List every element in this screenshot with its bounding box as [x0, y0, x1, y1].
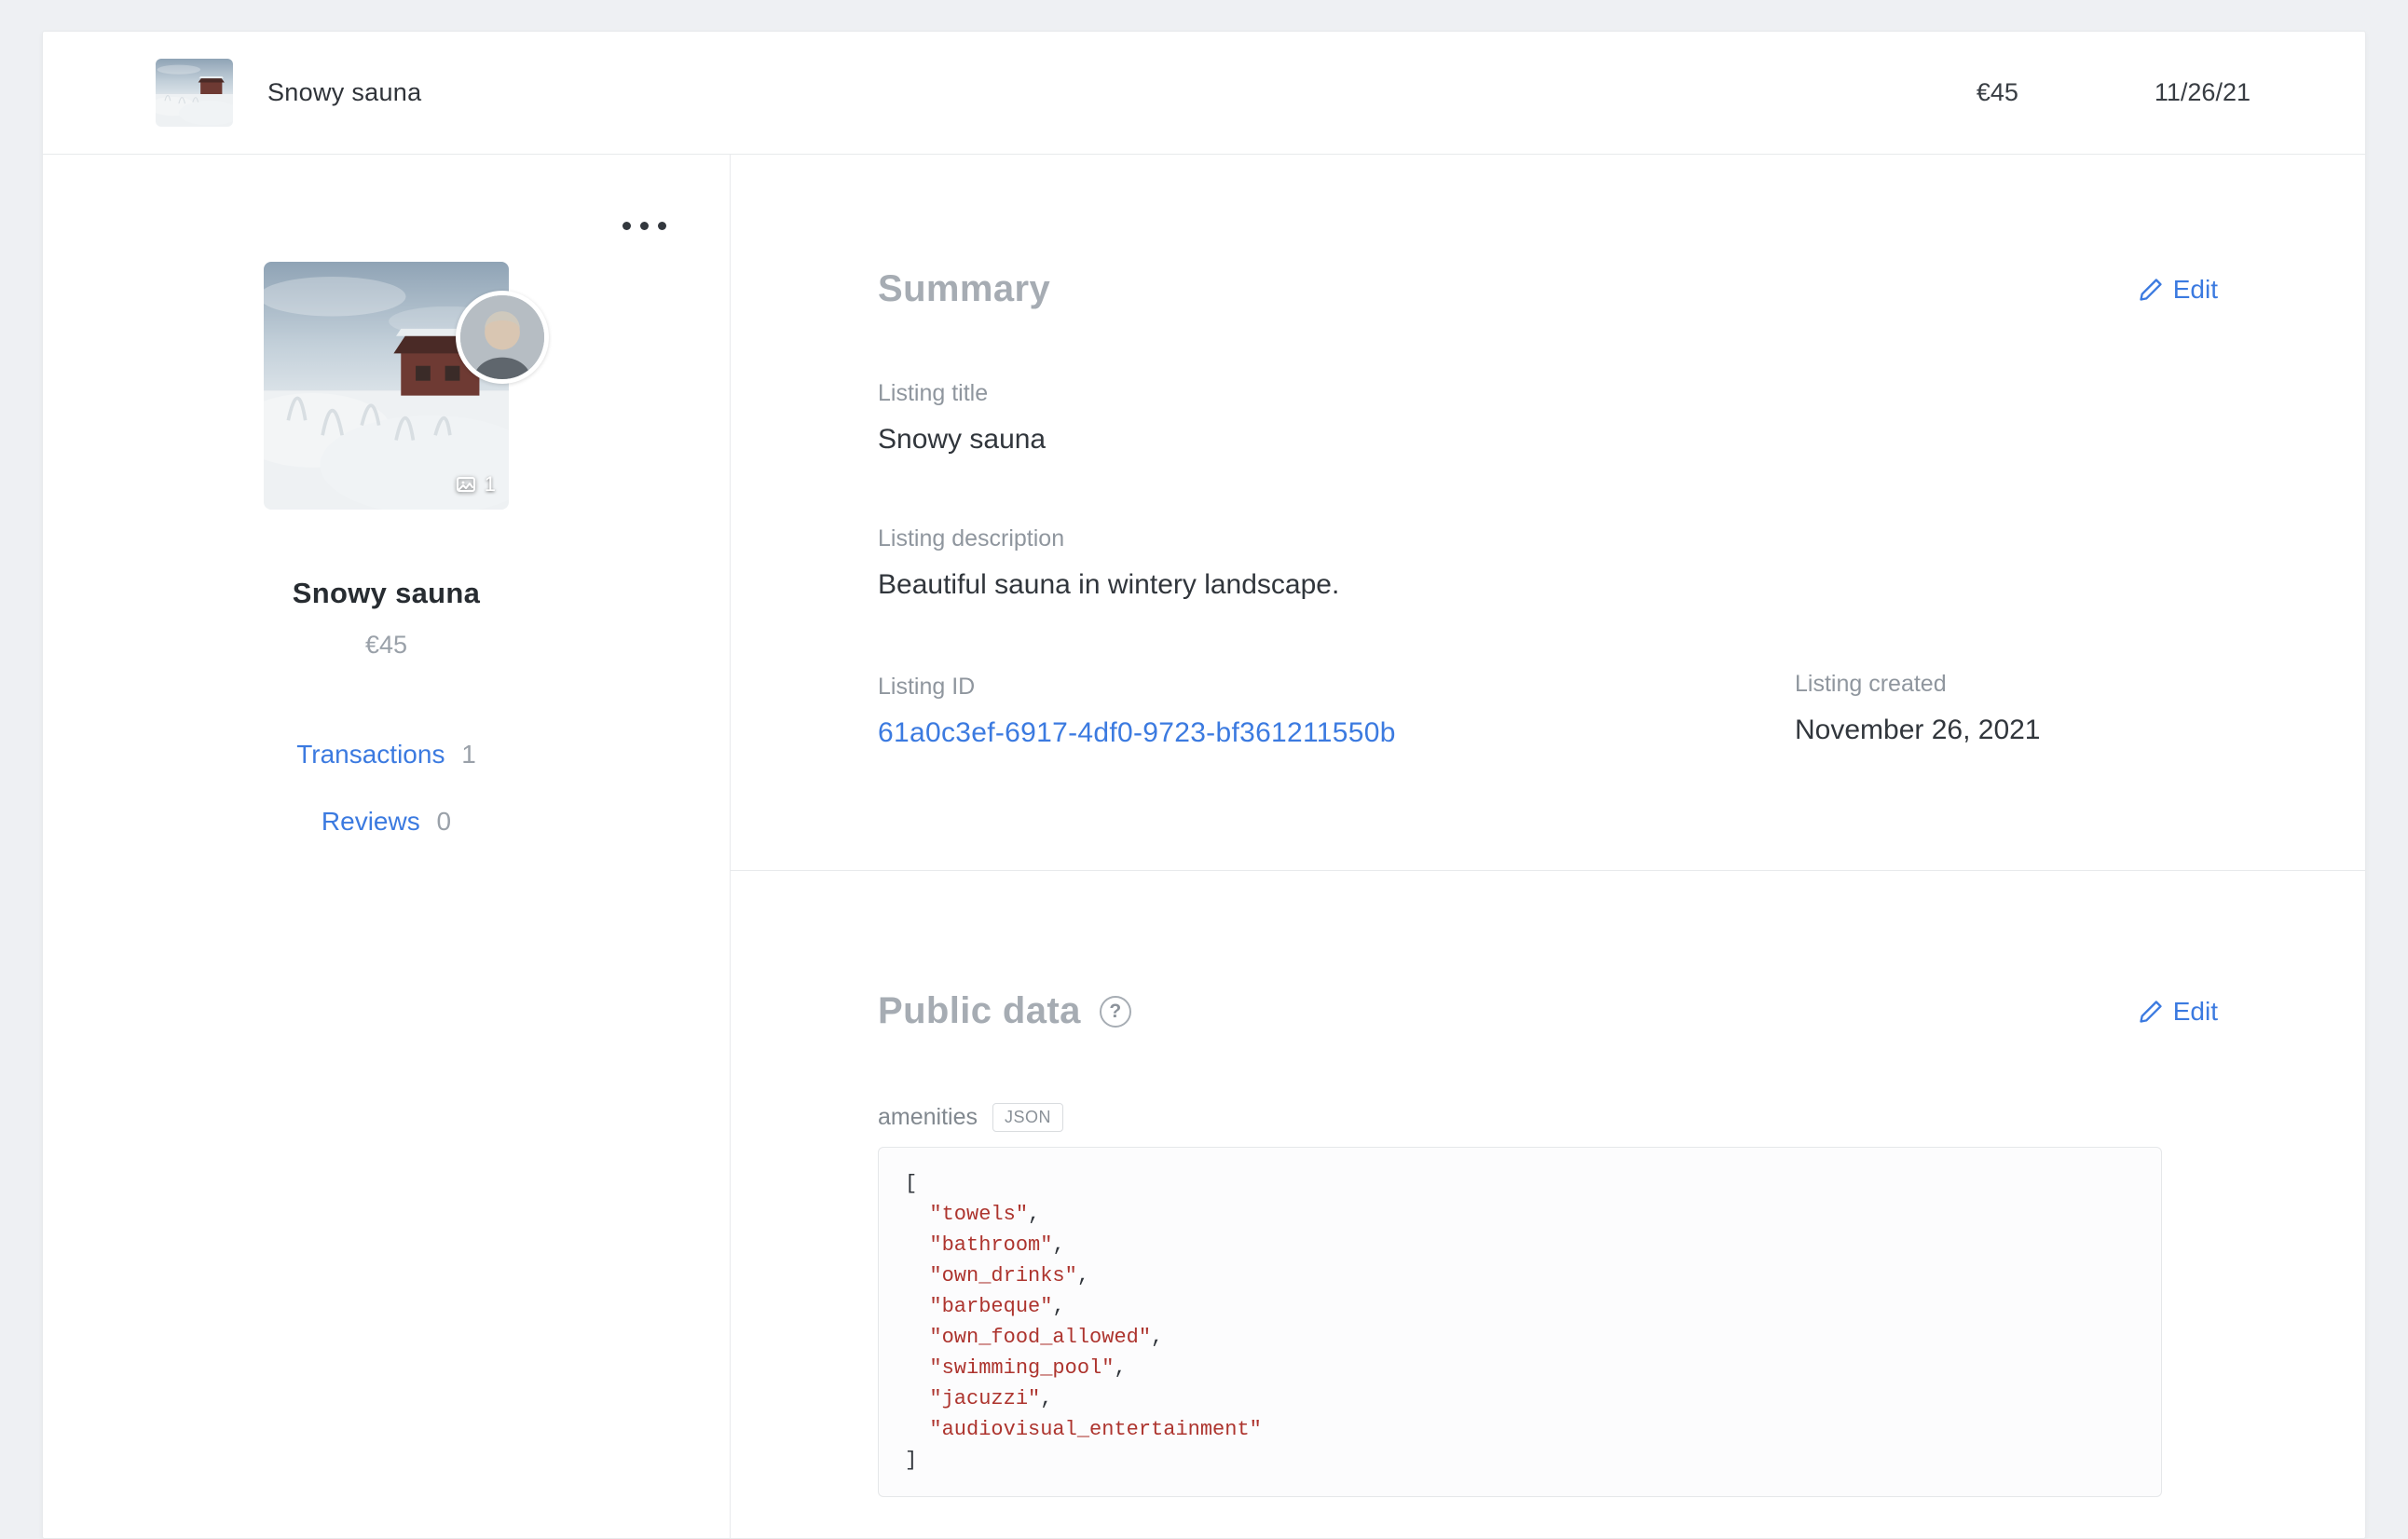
listing-header-title: Snowy sauna: [267, 78, 422, 106]
listing-id-label: Listing ID: [878, 674, 976, 700]
reviews-row: Reviews 0: [43, 807, 730, 837]
pencil-icon: [2140, 1000, 2162, 1023]
listing-title-label: Listing title: [878, 380, 989, 406]
amenities-json-value: [ "towels", "bathroom", "own_drinks", "b…: [878, 1147, 2162, 1497]
amenities-label: amenities: [878, 1104, 978, 1130]
public-data-heading: Public data: [878, 990, 1081, 1031]
image-count-badge: 1: [455, 472, 496, 497]
public-data-section: Public data ? Edit amenities JSON ["tow…: [878, 871, 2218, 1497]
public-data-section-head: Public data ? Edit: [878, 990, 2218, 1032]
photo-icon: [456, 477, 475, 492]
sidebar-listing-price: €45: [364, 631, 408, 659]
json-format-badge: JSON: [992, 1103, 1064, 1132]
listing-image: 1: [264, 262, 549, 510]
listing-header: Snowy sauna €45 11/26/21: [43, 32, 2365, 155]
transactions-row: Transactions 1: [43, 740, 730, 770]
snowy-scene-icon: [156, 59, 233, 127]
listing-title-field: Listing title Snowy sauna: [878, 380, 2218, 456]
sidebar-listing-title: Snowy sauna: [292, 577, 481, 609]
summary-heading: Summary: [878, 268, 1051, 309]
listing-description-value: Beautiful sauna in wintery landscape.: [878, 569, 1340, 600]
listing-sidebar: 1 Snowy sauna €45 Transactions 1 Reviews…: [43, 155, 731, 1538]
listing-header-price: €45: [1976, 78, 2018, 106]
listing-description-field: Listing description Beautiful sauna in w…: [878, 525, 2218, 601]
listing-header-date: 11/26/21: [2154, 78, 2251, 106]
listing-created-label: Listing created: [1795, 671, 1947, 697]
summary-section-head: Summary Edit: [878, 268, 2218, 310]
listing-created-value: November 26, 2021: [1795, 715, 2041, 745]
listing-detail-main: Summary Edit Listing title Snowy sauna L…: [731, 155, 2365, 1538]
transactions-count: 1: [461, 740, 476, 769]
listing-id-link[interactable]: 61a0c3ef-6917-4df0-9723-bf361211550b: [878, 717, 1795, 749]
console-page: Snowy sauna €45 11/26/21 1 Snowy sauna €…: [0, 31, 2408, 1539]
help-icon[interactable]: ?: [1099, 995, 1131, 1028]
image-count: 1: [484, 472, 496, 496]
listing-title-value: Snowy sauna: [878, 424, 1047, 455]
public-data-edit-label: Edit: [2172, 996, 2218, 1026]
listing-created-field: Listing created November 26, 2021: [1795, 671, 2218, 749]
ellipsis-menu-icon[interactable]: [617, 216, 672, 236]
avatar-photo: [460, 295, 544, 379]
listing-detail-body: 1 Snowy sauna €45 Transactions 1 Reviews…: [43, 155, 2365, 1538]
listing-card: Snowy sauna €45 11/26/21 1 Snowy sauna €…: [42, 31, 2366, 1539]
transactions-link[interactable]: Transactions: [296, 740, 445, 769]
author-avatar[interactable]: [456, 291, 549, 384]
public-data-edit-button[interactable]: Edit: [2138, 997, 2218, 1027]
amenities-field-header: amenities JSON: [878, 1103, 2218, 1132]
listing-description-label: Listing description: [878, 525, 1065, 552]
listing-meta-row: Listing ID 61a0c3ef-6917-4df0-9723-bf361…: [878, 601, 2218, 749]
summary-section: Summary Edit Listing title Snowy sauna L…: [878, 155, 2218, 749]
reviews-count: 0: [436, 807, 452, 836]
listing-id-field: Listing ID 61a0c3ef-6917-4df0-9723-bf361…: [878, 674, 1795, 749]
summary-edit-label: Edit: [2172, 274, 2218, 304]
summary-edit-button[interactable]: Edit: [2138, 275, 2218, 305]
listing-thumbnail: [156, 59, 233, 127]
reviews-link[interactable]: Reviews: [322, 807, 420, 836]
pencil-icon: [2140, 278, 2162, 301]
